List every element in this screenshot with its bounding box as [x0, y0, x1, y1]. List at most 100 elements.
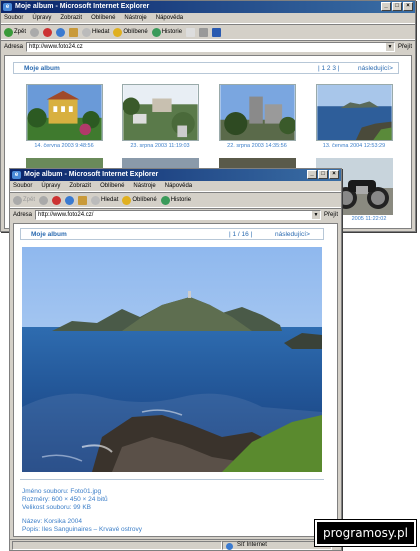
go-button[interactable]: Přejít — [324, 212, 338, 218]
address-label: Adresa — [13, 212, 33, 218]
maximize-button[interactable]: □ — [318, 170, 328, 179]
album-title: Moje album — [24, 64, 60, 72]
history-button[interactable]: Historie — [151, 27, 182, 37]
photo-name: Název: Korsika 2004 — [22, 518, 82, 525]
menu-nastroje[interactable]: Nástroje — [133, 183, 155, 189]
menu-napoveda[interactable]: Nápověda — [165, 183, 192, 189]
go-button[interactable]: Přejít — [398, 44, 412, 50]
caption-3: 22. srpna 2003 14:35:56 — [227, 143, 287, 149]
mail-icon — [186, 27, 196, 37]
menu-upravy[interactable]: Úpravy — [32, 15, 51, 21]
back-arrow-icon — [4, 27, 13, 37]
thumbnail-coast[interactable] — [316, 84, 393, 141]
thumbnail-row2-2[interactable] — [122, 158, 199, 168]
thumbnail-town[interactable] — [122, 84, 199, 141]
history-button[interactable]: Historie — [160, 195, 191, 205]
search-button[interactable]: Hledat — [82, 27, 109, 37]
forward-button[interactable] — [30, 27, 40, 37]
back-address-field[interactable]: http://www.foto24.cz ▼ — [26, 42, 395, 52]
menu-zobrazit[interactable]: Zobrazit — [60, 15, 82, 21]
address-label: Adresa — [4, 44, 24, 50]
menu-upravy[interactable]: Úpravy — [41, 183, 60, 189]
back-button[interactable]: Zpět — [4, 27, 26, 37]
edit-button[interactable] — [212, 27, 222, 37]
front-browser-window: e Moje album - Microsoft Internet Explor… — [9, 168, 342, 551]
separator-line — [20, 479, 324, 480]
stop-icon — [52, 195, 62, 205]
menu-napoveda[interactable]: Nápověda — [156, 15, 183, 21]
minimize-button[interactable]: _ — [307, 170, 317, 179]
search-icon — [82, 27, 92, 37]
menu-oblibene[interactable]: Oblíbené — [100, 183, 124, 189]
forward-arrow-icon — [30, 27, 40, 37]
refresh-button[interactable] — [56, 27, 66, 37]
caption-2: 23. srpna 2003 11:19:03 — [130, 143, 190, 149]
close-button[interactable]: × — [329, 170, 339, 179]
menu-oblibene[interactable]: Oblíbené — [91, 15, 115, 21]
menu-nastroje[interactable]: Nástroje — [124, 15, 146, 21]
forward-button[interactable] — [39, 195, 49, 205]
front-address-bar: Adresa http://www.foto24.cz/▼ Přejít — [10, 208, 341, 221]
word-icon — [212, 27, 222, 37]
back-address-bar: Adresa http://www.foto24.cz ▼ Přejít — [1, 40, 415, 53]
page-numbers[interactable]: | 1 2 3 | — [318, 65, 339, 72]
thumbnail-villa[interactable] — [26, 84, 103, 141]
thumbnail-row2-1[interactable] — [26, 158, 103, 168]
front-window-title: Moje album - Microsoft Internet Explorer — [24, 171, 159, 178]
refresh-button[interactable] — [65, 195, 75, 205]
stop-icon — [43, 27, 53, 37]
front-title-bar: e Moje album - Microsoft Internet Explor… — [10, 169, 341, 181]
main-photo-corsica — [22, 247, 322, 472]
front-album-header: Moje album | 1 / 16 | následující> — [20, 228, 324, 240]
menu-soubor[interactable]: Soubor — [13, 183, 32, 189]
ie-logo-icon: e — [3, 3, 12, 11]
home-icon — [69, 27, 79, 37]
chevron-down-icon[interactable]: ▼ — [385, 43, 394, 51]
back-menu-bar: Soubor Úpravy Zobrazit Oblíbené Nástroje… — [1, 13, 415, 24]
chevron-down-icon[interactable]: ▼ — [311, 211, 320, 219]
status-main — [12, 540, 222, 550]
file-dimensions: Rozměry: 600 × 450 × 24 bitů — [22, 496, 108, 503]
printer-icon — [199, 27, 209, 37]
caption-4: 13. června 2004 12:53:29 — [322, 143, 386, 149]
home-button[interactable] — [69, 27, 79, 37]
back-toolbar: Zpět Hledat Oblíbené Historie — [1, 24, 415, 40]
back-album-header: Moje album | 1 2 3 | následující> — [13, 62, 399, 74]
mail-button[interactable] — [186, 27, 196, 37]
favorites-button[interactable]: Oblíbené — [122, 195, 157, 205]
back-window-title: Moje album - Microsoft Internet Explorer — [15, 3, 150, 10]
stop-button[interactable] — [52, 195, 62, 205]
favorites-button[interactable]: Oblíbené — [113, 27, 148, 37]
search-button[interactable]: Hledat — [91, 195, 118, 205]
history-icon — [160, 195, 170, 205]
file-name: Jméno souboru: Foto01.jpg — [22, 488, 102, 495]
front-menu-bar: Soubor Úpravy Zobrazit Oblíbené Nástroje… — [10, 181, 341, 192]
page-counter: | 1 / 16 | — [229, 230, 253, 238]
back-button[interactable]: Zpět — [13, 195, 35, 205]
thumbnail-castle[interactable] — [219, 84, 296, 141]
menu-soubor[interactable]: Soubor — [4, 15, 23, 21]
minimize-button[interactable]: _ — [381, 2, 391, 11]
front-address-field[interactable]: http://www.foto24.cz/▼ — [35, 210, 321, 220]
print-button[interactable] — [199, 27, 209, 37]
ie-logo-icon: e — [12, 171, 21, 179]
back-arrow-icon — [13, 195, 22, 205]
front-page-content: Moje album | 1 / 16 | následující> Jméno… — [13, 223, 338, 537]
caption-1: 14. června 2003 9:48:56 — [34, 143, 94, 149]
search-icon — [91, 195, 101, 205]
front-status-bar: Síť Internet — [10, 539, 341, 550]
forward-arrow-icon — [39, 195, 49, 205]
next-link[interactable]: následující> — [275, 231, 310, 238]
front-toolbar: Zpět Hledat Oblíbené Historie — [10, 192, 341, 208]
home-button[interactable] — [78, 195, 88, 205]
next-link[interactable]: následující> — [358, 65, 393, 72]
menu-zobrazit[interactable]: Zobrazit — [69, 183, 91, 189]
star-icon — [113, 27, 123, 37]
stop-button[interactable] — [43, 27, 53, 37]
maximize-button[interactable]: □ — [392, 2, 402, 11]
thumbnail-row2-3[interactable] — [219, 158, 296, 168]
caption-5: 2005 11:22:02 — [351, 216, 387, 222]
close-button[interactable]: × — [403, 2, 413, 11]
watermark-logo: programosy.pl — [315, 520, 416, 546]
refresh-icon — [56, 27, 66, 37]
